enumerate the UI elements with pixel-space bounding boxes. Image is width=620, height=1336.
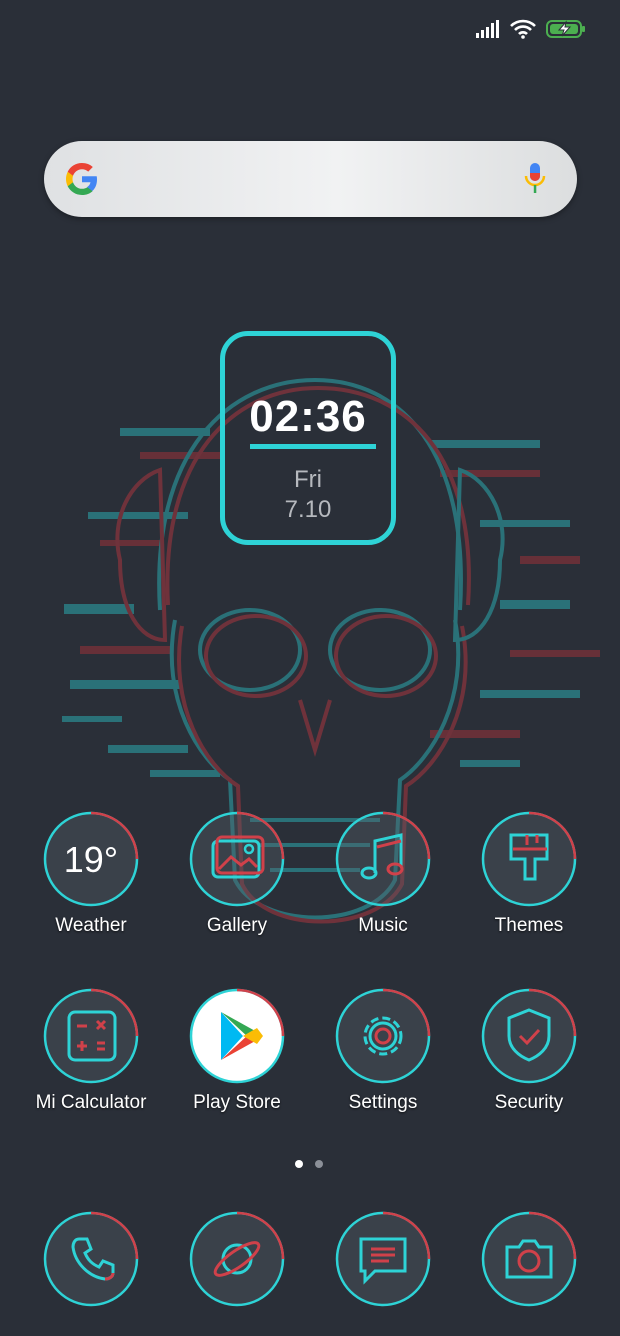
app-security[interactable]: Security (459, 988, 599, 1114)
clock-underline (250, 444, 376, 449)
browser-icon (189, 1211, 285, 1307)
dock-messages[interactable] (313, 1211, 453, 1307)
app-label: Themes (494, 915, 564, 936)
app-gallery[interactable]: Gallery (167, 811, 307, 937)
page-dot-active (295, 1160, 303, 1168)
app-settings[interactable]: Settings (313, 988, 453, 1114)
weather-temperature: 19° (63, 839, 119, 880)
app-label: Gallery (206, 915, 268, 936)
page-indicator (295, 1160, 323, 1168)
clock-widget[interactable]: 02:36 Fri 7.10 (220, 331, 396, 545)
mic-icon[interactable] (523, 161, 547, 197)
signal-icon (476, 20, 499, 38)
dock-camera[interactable] (459, 1211, 599, 1307)
weather-icon: 19° (43, 811, 139, 907)
page-dot (315, 1160, 323, 1168)
wifi-icon (510, 19, 536, 39)
app-mi-calculator[interactable]: Mi Calculator (21, 988, 161, 1114)
app-label: Music (358, 915, 408, 936)
app-weather[interactable]: 19° Weather (21, 811, 161, 937)
app-label: Weather (55, 915, 127, 936)
themes-icon (481, 811, 577, 907)
play-store-icon (189, 988, 285, 1084)
settings-icon (335, 988, 431, 1084)
google-search-bar[interactable] (44, 141, 577, 217)
status-bar (476, 14, 586, 44)
calculator-icon (43, 988, 139, 1084)
app-label: Mi Calculator (35, 1092, 147, 1113)
camera-icon (481, 1211, 577, 1307)
phone-icon (43, 1211, 139, 1307)
messages-icon (335, 1211, 431, 1307)
gallery-icon (189, 811, 285, 907)
app-play-store[interactable]: Play Store (167, 988, 307, 1114)
app-themes[interactable]: Themes (459, 811, 599, 937)
battery-charging-icon (546, 20, 585, 38)
security-icon (481, 988, 577, 1084)
music-icon (335, 811, 431, 907)
google-logo (66, 163, 97, 195)
app-label: Settings (348, 1092, 418, 1113)
dock-phone[interactable] (21, 1211, 161, 1307)
clock-day: Fri (294, 466, 322, 493)
app-label: Play Store (193, 1092, 281, 1113)
app-label: Security (494, 1092, 564, 1113)
clock-date: 7.10 (284, 496, 332, 523)
dock-browser[interactable] (167, 1211, 307, 1307)
clock-time: 02:36 (249, 392, 367, 441)
app-music[interactable]: Music (313, 811, 453, 937)
